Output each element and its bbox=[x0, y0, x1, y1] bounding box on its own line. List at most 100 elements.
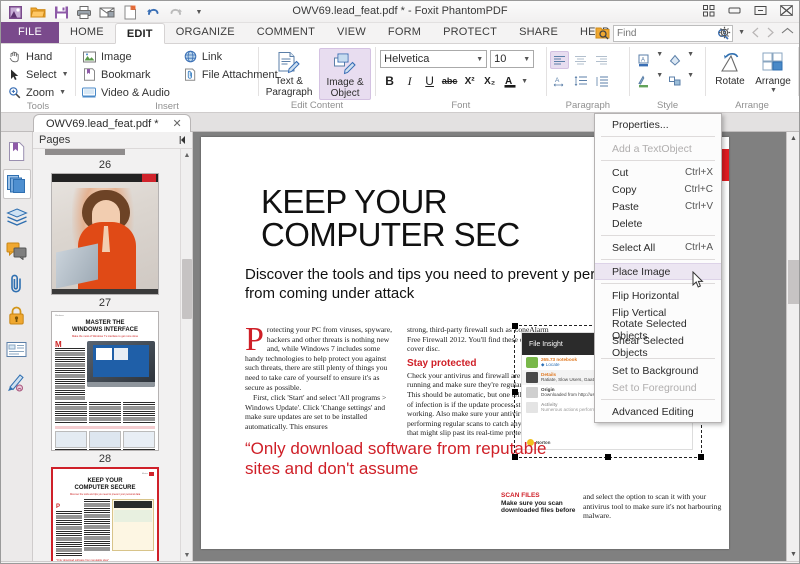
text-and-paragraph-button[interactable]: Text & Paragraph bbox=[263, 48, 315, 98]
resize-handle-se[interactable] bbox=[698, 454, 704, 460]
search-scope-icon[interactable] bbox=[595, 26, 610, 40]
sidebar-item-pages[interactable] bbox=[3, 169, 31, 199]
collapse-left-icon[interactable] bbox=[178, 135, 188, 145]
close-icon[interactable] bbox=[778, 3, 795, 18]
sidebar-item-security[interactable] bbox=[3, 301, 31, 331]
find-box[interactable] bbox=[613, 25, 733, 42]
gear-icon[interactable] bbox=[718, 26, 731, 39]
scroll-down-icon[interactable]: ▼ bbox=[787, 548, 799, 561]
document-tab[interactable]: OWV69.lead_feat.pdf * ✕ bbox=[33, 114, 191, 132]
arrange-dropdown-icon[interactable]: ▼ bbox=[770, 87, 777, 94]
insert-image-button[interactable]: Image bbox=[80, 48, 175, 65]
text-fill-dropdown-icon[interactable]: ▼ bbox=[656, 51, 663, 69]
tab-home[interactable]: HOME bbox=[59, 22, 115, 43]
line-spacing-button[interactable] bbox=[571, 72, 590, 90]
menu-item-cut[interactable]: CutCtrl+X bbox=[595, 164, 721, 181]
search-input[interactable] bbox=[617, 28, 717, 39]
tab-share[interactable]: SHARE bbox=[508, 22, 569, 43]
pages-vertical-scrollbar[interactable]: ▲ ▼ bbox=[180, 149, 192, 561]
scroll-thumb[interactable] bbox=[182, 259, 192, 319]
thumbnail-page-27[interactable] bbox=[51, 173, 159, 295]
pages-thumbnail-scroll[interactable]: 26 27 bbox=[33, 149, 192, 561]
gear-dropdown-icon[interactable]: ▼ bbox=[738, 29, 745, 36]
font-color-dropdown-icon[interactable]: ▼ bbox=[521, 78, 528, 85]
sidebar-item-stamps[interactable] bbox=[3, 367, 31, 397]
close-icon[interactable]: ✕ bbox=[173, 117, 182, 130]
align-right-button[interactable] bbox=[592, 51, 611, 69]
text-stroke-dropdown-icon[interactable]: ▼ bbox=[656, 72, 663, 90]
underline-button[interactable]: U bbox=[420, 72, 439, 90]
shape-fill-dropdown-icon[interactable]: ▼ bbox=[687, 51, 694, 69]
tab-file[interactable]: FILE bbox=[1, 22, 59, 43]
menu-item-delete[interactable]: Delete bbox=[595, 215, 721, 232]
home-icon[interactable] bbox=[781, 27, 794, 38]
tab-edit[interactable]: EDIT bbox=[115, 23, 165, 44]
menu-item-paste[interactable]: PasteCtrl+V bbox=[595, 198, 721, 215]
document-vertical-scrollbar[interactable]: ▲ ▼ bbox=[786, 132, 799, 561]
scroll-up-icon[interactable]: ▲ bbox=[787, 132, 799, 145]
bold-button[interactable]: B bbox=[380, 72, 399, 90]
zoom-tool-button[interactable]: Zoom ▼ bbox=[5, 84, 74, 101]
superscript-button[interactable]: X² bbox=[460, 72, 479, 90]
shape-style-dropdown-icon[interactable]: ▼ bbox=[687, 72, 694, 90]
menu-item-set-to-background[interactable]: Set to Background bbox=[595, 362, 721, 379]
subscript-button[interactable]: X₂ bbox=[480, 72, 499, 90]
insert-video-audio-button[interactable]: Video & Audio bbox=[80, 84, 175, 101]
menu-item-copy[interactable]: CopyCtrl+C bbox=[595, 181, 721, 198]
paragraph-spacing-button[interactable] bbox=[592, 72, 611, 90]
thumbnail-page-28[interactable]: Windows MASTER THEWINDOWS INTERFACE Make… bbox=[51, 311, 159, 451]
resize-handle-w[interactable] bbox=[512, 389, 518, 395]
menu-item-shear-selected-objects[interactable]: Shear Selected Objects bbox=[595, 338, 721, 355]
tab-form[interactable]: FORM bbox=[377, 22, 432, 43]
scroll-down-icon[interactable]: ▼ bbox=[181, 549, 192, 561]
context-menu[interactable]: Properties... Add a TextObject CutCtrl+X… bbox=[594, 113, 722, 423]
back-icon[interactable] bbox=[751, 27, 760, 38]
arrange-button[interactable]: Arrange ▼ bbox=[752, 48, 794, 94]
minimize-icon[interactable] bbox=[726, 3, 743, 18]
text-fill-button[interactable]: A bbox=[634, 51, 653, 69]
font-size-combobox[interactable]: 10 ▼ bbox=[490, 50, 534, 68]
resize-handle-nw[interactable] bbox=[512, 323, 518, 329]
tab-organize[interactable]: ORGANIZE bbox=[165, 22, 246, 43]
shape-fill-button[interactable] bbox=[665, 51, 684, 69]
tab-view[interactable]: VIEW bbox=[326, 22, 377, 43]
sidebar-item-bookmarks[interactable] bbox=[3, 136, 31, 166]
forward-icon[interactable] bbox=[766, 27, 775, 38]
sidebar-item-comments[interactable] bbox=[3, 235, 31, 265]
shape-style-button[interactable] bbox=[665, 72, 684, 90]
menu-item-flip-horizontal[interactable]: Flip Horizontal bbox=[595, 287, 721, 304]
maximize-icon[interactable] bbox=[752, 3, 769, 18]
text-stroke-button[interactable] bbox=[634, 72, 653, 90]
scroll-thumb[interactable] bbox=[788, 260, 799, 304]
tab-protect[interactable]: PROTECT bbox=[432, 22, 508, 43]
image-and-object-button[interactable]: Image & Object bbox=[319, 48, 371, 100]
tab-comment[interactable]: COMMENT bbox=[246, 22, 326, 43]
rotate-button[interactable]: Rotate bbox=[710, 48, 750, 87]
chevron-down-icon[interactable]: ▼ bbox=[523, 56, 530, 63]
select-tool-button[interactable]: Select ▼ bbox=[5, 66, 74, 83]
sidebar-item-layers[interactable] bbox=[3, 202, 31, 232]
menu-item-advanced-editing[interactable]: Advanced Editing bbox=[595, 403, 721, 420]
thumbnail-list: 26 27 bbox=[33, 149, 192, 561]
zoom-dropdown-icon[interactable]: ▼ bbox=[59, 89, 66, 96]
insert-bookmark-button[interactable]: Bookmark bbox=[80, 66, 175, 83]
restore-grid-icon[interactable] bbox=[700, 3, 717, 18]
thumbnail-page-29[interactable]: Master KEEP YOURCOMPUTER SECURE Discover… bbox=[51, 467, 159, 561]
align-center-button[interactable] bbox=[571, 51, 590, 69]
menu-item-properties[interactable]: Properties... bbox=[595, 116, 721, 133]
font-name-combobox[interactable]: Helvetica ▼ bbox=[380, 50, 487, 68]
font-color-button[interactable]: A bbox=[500, 72, 519, 90]
resize-handle-s[interactable] bbox=[605, 454, 611, 460]
horizontal-scrollbar[interactable] bbox=[45, 149, 125, 155]
align-left-button[interactable] bbox=[550, 51, 569, 69]
select-dropdown-icon[interactable]: ▼ bbox=[62, 71, 69, 78]
character-spacing-button[interactable]: A bbox=[550, 72, 569, 90]
sidebar-item-attachments[interactable] bbox=[3, 268, 31, 298]
menu-item-select-all[interactable]: Select AllCtrl+A bbox=[595, 239, 721, 256]
italic-button[interactable]: I bbox=[400, 72, 419, 90]
scroll-up-icon[interactable]: ▲ bbox=[181, 149, 192, 161]
sidebar-item-fields[interactable] bbox=[3, 334, 31, 364]
strikethrough-button[interactable]: abc bbox=[440, 72, 459, 90]
chevron-down-icon[interactable]: ▼ bbox=[476, 56, 483, 63]
hand-tool-button[interactable]: Hand bbox=[5, 48, 74, 65]
